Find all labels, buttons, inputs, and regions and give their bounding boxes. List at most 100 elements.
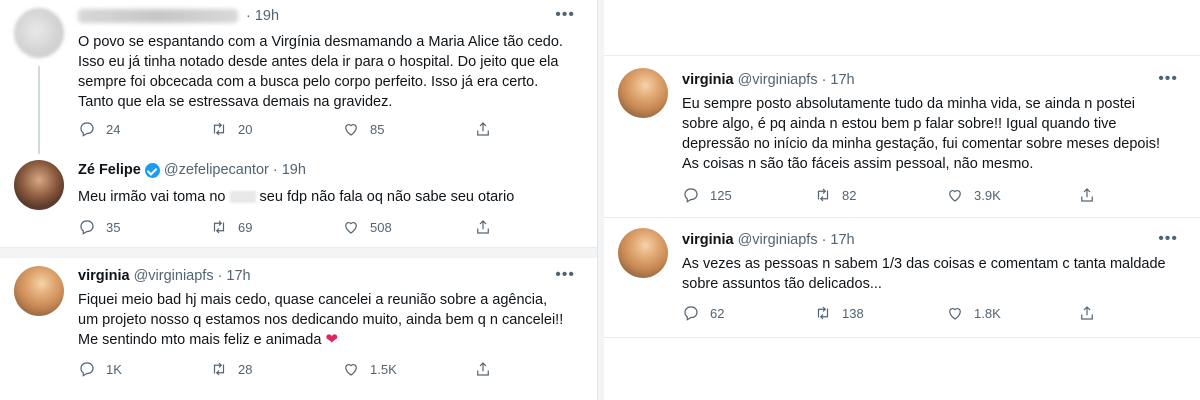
retweet-button[interactable]: 138 <box>814 304 946 322</box>
author-handle[interactable]: @virginiapfs <box>738 72 818 88</box>
tweet-text: O povo se espantando com a Virgínia desm… <box>78 34 563 110</box>
retweet-count: 138 <box>842 305 864 321</box>
like-button[interactable]: 85 <box>342 120 474 138</box>
author-handle[interactable]: @virginiapfs <box>738 232 818 248</box>
tweet-zefelipe[interactable]: Zé Felipe @zefelipecantor · 19h Meu irmã… <box>0 150 597 248</box>
tweet-header: virginia @virginiapfs · 17h <box>682 232 855 248</box>
tweet-text-part-2: seu fdp não fala oq não sabe seu otario <box>259 189 515 205</box>
tweet-actions: 62 138 1.8K <box>682 304 1096 322</box>
reply-count: 125 <box>710 187 732 203</box>
reply-count: 62 <box>710 305 725 321</box>
retweet-icon <box>210 360 228 378</box>
share-button[interactable] <box>474 360 492 378</box>
like-button[interactable]: 1.5K <box>342 360 474 378</box>
share-button[interactable] <box>1078 186 1096 204</box>
avatar[interactable] <box>14 8 64 58</box>
like-icon <box>342 120 360 138</box>
reply-button[interactable]: 35 <box>78 218 210 236</box>
share-button[interactable] <box>1078 304 1096 322</box>
separator-dot: · <box>821 232 827 248</box>
like-button[interactable]: 508 <box>342 218 474 236</box>
like-icon <box>342 218 360 236</box>
retweet-button[interactable]: 82 <box>814 186 946 204</box>
tweet-virginia-right-1[interactable]: virginia @virginiapfs · 17h ••• Eu sempr… <box>604 58 1200 218</box>
tweet-virginia-left[interactable]: virginia @virginiapfs · 17h ••• Fiquei m… <box>0 258 597 400</box>
tweet-text: Meu irmão vai toma no seu fdp não fala o… <box>78 187 569 207</box>
author-name[interactable]: Zé Felipe <box>78 162 141 178</box>
separator-dot: · <box>217 268 223 284</box>
bottom-blank-area <box>604 338 1200 400</box>
more-icon[interactable]: ••• <box>555 266 575 284</box>
reply-button[interactable]: 24 <box>78 120 210 138</box>
author-handle[interactable]: @virginiapfs <box>134 268 214 284</box>
tweet-text-body: Fiquei meio bad hj mais cedo, quase canc… <box>78 292 564 348</box>
author-name[interactable]: virginia <box>682 72 734 88</box>
tweet-actions: 125 82 3.9K <box>682 186 1096 204</box>
retweet-icon <box>210 120 228 138</box>
avatar[interactable] <box>618 228 668 278</box>
author-handle[interactable]: @zefelipecantor <box>164 162 269 178</box>
retweet-icon <box>814 186 832 204</box>
retweet-count: 69 <box>238 219 253 235</box>
tweet-text: Eu sempre posto absolutamente tudo da mi… <box>682 96 1160 172</box>
reply-icon <box>78 218 96 236</box>
tweet-header: · 19h <box>78 8 279 24</box>
tweet-actions: 24 20 85 <box>78 120 492 138</box>
like-count: 1.8K <box>974 305 1001 321</box>
separator-dot: · <box>821 72 827 88</box>
share-icon <box>1078 304 1096 322</box>
like-icon <box>946 304 964 322</box>
tweet-text: Fiquei meio bad hj mais cedo, quase canc… <box>78 290 569 350</box>
tweet-header: Zé Felipe @zefelipecantor · 19h <box>78 162 306 178</box>
reply-button[interactable]: 1K <box>78 360 210 378</box>
retweet-count: 28 <box>238 361 253 377</box>
tweet-time[interactable]: 19h <box>282 162 306 178</box>
like-button[interactable]: 1.8K <box>946 304 1078 322</box>
like-count: 508 <box>370 219 392 235</box>
tweet-time[interactable]: 17h <box>830 72 854 88</box>
avatar[interactable] <box>14 266 64 316</box>
retweet-icon <box>814 304 832 322</box>
share-icon <box>474 218 492 236</box>
tweet-actions: 35 69 508 <box>78 218 492 236</box>
share-icon <box>1078 186 1096 204</box>
reply-icon <box>78 360 96 378</box>
tweet-text: As vezes as pessoas n sabem 1/3 das cois… <box>682 256 1166 292</box>
tweet-anonymous[interactable]: · 19h ••• O povo se espantando com a Vir… <box>0 0 597 154</box>
author-name[interactable]: virginia <box>78 268 130 284</box>
tweet-time[interactable]: 17h <box>226 268 250 284</box>
share-button[interactable] <box>474 218 492 236</box>
separator-dot: · <box>246 8 251 24</box>
like-button[interactable]: 3.9K <box>946 186 1078 204</box>
like-icon <box>342 360 360 378</box>
divider <box>0 248 597 258</box>
reply-button[interactable]: 125 <box>682 186 814 204</box>
more-icon[interactable]: ••• <box>555 6 575 24</box>
reply-icon <box>682 304 700 322</box>
top-blank-area <box>604 0 1200 56</box>
like-count: 85 <box>370 121 385 137</box>
censored-word <box>229 191 256 204</box>
author-name[interactable]: virginia <box>682 232 734 248</box>
separator-dot: · <box>272 162 278 178</box>
tweet-time[interactable]: 17h <box>830 232 854 248</box>
like-icon <box>946 186 964 204</box>
avatar[interactable] <box>618 68 668 118</box>
like-count: 3.9K <box>974 187 1001 203</box>
more-icon[interactable]: ••• <box>1158 70 1178 88</box>
retweet-icon <box>210 218 228 236</box>
avatar[interactable] <box>14 160 64 210</box>
like-count: 1.5K <box>370 361 397 377</box>
retweet-button[interactable]: 20 <box>210 120 342 138</box>
more-icon[interactable]: ••• <box>1158 230 1178 248</box>
retweet-button[interactable]: 69 <box>210 218 342 236</box>
reply-button[interactable]: 62 <box>682 304 814 322</box>
tweet-header: virginia @virginiapfs · 17h <box>78 268 251 284</box>
tweet-time[interactable]: 19h <box>255 8 279 24</box>
blurred-username <box>78 9 238 23</box>
share-button[interactable] <box>474 120 492 138</box>
retweet-count: 20 <box>238 121 253 137</box>
retweet-button[interactable]: 28 <box>210 360 342 378</box>
tweet-virginia-right-2[interactable]: virginia @virginiapfs · 17h ••• As vezes… <box>604 218 1200 338</box>
right-screenshot-panel: virginia @virginiapfs · 17h ••• Eu sempr… <box>604 0 1200 400</box>
